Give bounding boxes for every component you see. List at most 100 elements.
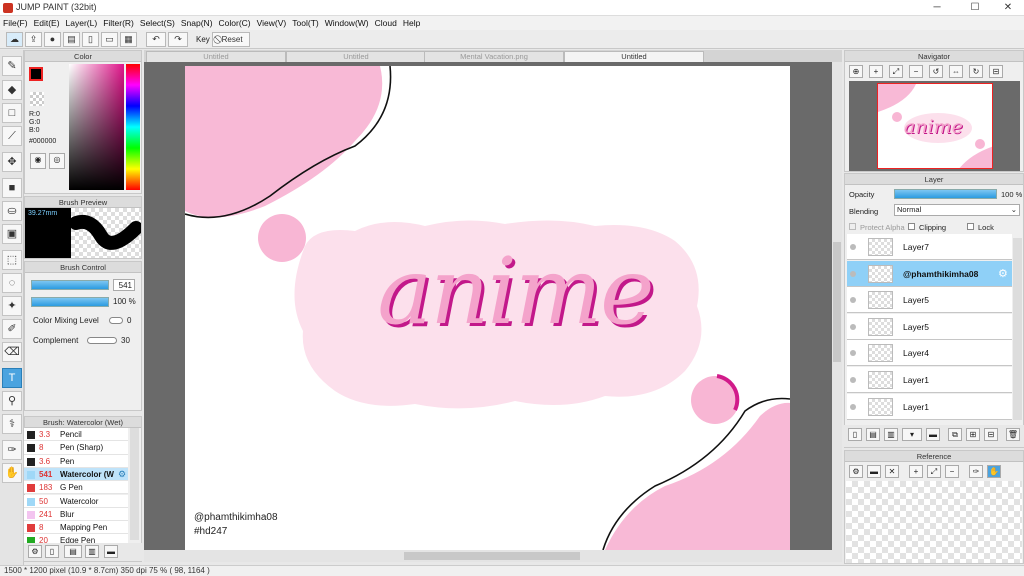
document-icon[interactable]: ▯ xyxy=(82,32,99,47)
page-icon[interactable]: ▭ xyxy=(101,32,118,47)
brush-item[interactable]: 8 Pen (Sharp) xyxy=(24,441,128,455)
fit-window-icon[interactable]: ⤢ xyxy=(889,65,903,78)
foreground-color-swatch[interactable] xyxy=(29,67,43,81)
layer-settings-gear-icon[interactable]: ⚙ xyxy=(998,267,1008,280)
brush-file-icon[interactable]: ▥ xyxy=(85,545,99,558)
complement-slider[interactable] xyxy=(87,337,117,344)
navigator-preview[interactable]: anime xyxy=(849,81,1020,171)
brush-size-slider[interactable] xyxy=(31,280,109,290)
shape-tool-icon[interactable]: □ xyxy=(2,103,22,123)
horizontal-scroll-thumb[interactable] xyxy=(404,552,580,560)
dropper-tool-icon[interactable]: ⚕ xyxy=(2,414,22,434)
reference-settings-icon[interactable]: ⚙ xyxy=(849,465,863,478)
select-rect-tool-icon[interactable]: ⬚ xyxy=(2,250,22,270)
flip-icon[interactable]: ⇔ xyxy=(949,65,963,78)
reference-dropper-icon[interactable]: ✑ xyxy=(969,465,983,478)
canvas-horizontal-scrollbar[interactable] xyxy=(144,550,842,562)
color-mixing-slider[interactable] xyxy=(109,317,123,324)
select-pen-tool-icon[interactable]: ✐ xyxy=(2,319,22,339)
gradient-tool-icon[interactable]: ▣ xyxy=(2,224,22,244)
layer-row[interactable]: Layer1 xyxy=(847,393,1012,420)
brush-list-scrollbar[interactable] xyxy=(130,428,139,540)
lock-checkbox[interactable] xyxy=(967,223,974,230)
text-tool-icon[interactable]: T xyxy=(2,368,22,388)
new-brush-icon[interactable]: ▯ xyxy=(45,545,59,558)
menu-color[interactable]: Color(C) xyxy=(216,16,254,30)
brush-size-value[interactable]: 541 xyxy=(113,279,135,291)
color-set-icon[interactable]: ◎ xyxy=(49,153,65,169)
hand-tool-icon[interactable]: ✋ xyxy=(2,463,22,483)
new-layer-1bit-icon[interactable]: ▥ xyxy=(884,428,898,441)
merge-layer-icon[interactable]: ⊞ xyxy=(966,428,980,441)
line-tool-icon[interactable]: ⟋ xyxy=(2,126,22,146)
blending-mode-select[interactable]: Normal ⌄ xyxy=(894,204,1020,216)
zoom-fit-icon[interactable]: ⊕ xyxy=(849,65,863,78)
bucket-tool-icon[interactable]: ⛀ xyxy=(2,201,22,221)
layer-visibility-icon[interactable] xyxy=(850,377,856,383)
hue-slider[interactable] xyxy=(126,64,140,190)
brush-item[interactable]: 541 Watercolor (W xyxy=(24,467,128,482)
layer-list-scrollbar[interactable] xyxy=(1013,238,1022,420)
comment-icon[interactable]: ● xyxy=(44,32,61,47)
layer-visibility-icon[interactable] xyxy=(850,323,856,330)
reference-hand-icon[interactable]: ✋ xyxy=(987,465,1001,478)
magic-wand-tool-icon[interactable]: ✦ xyxy=(2,296,22,316)
undo-icon[interactable]: ↶ xyxy=(146,32,166,47)
brush-item[interactable]: 50 Watercolor xyxy=(24,494,128,508)
fill-rect-tool-icon[interactable]: ■ xyxy=(2,178,22,198)
layer-visibility-icon[interactable] xyxy=(850,403,856,410)
maximize-button[interactable]: ☐ xyxy=(960,1,990,15)
zoom-in-icon[interactable]: + xyxy=(869,65,883,78)
brush-settings-icon[interactable]: ⚙ xyxy=(28,545,42,558)
artwork[interactable]: anime @phamthikimha08 #hd247 xyxy=(185,66,790,550)
layer-opacity-slider[interactable] xyxy=(894,189,997,199)
vertical-scroll-thumb[interactable] xyxy=(833,242,841,362)
menu-help[interactable]: Help xyxy=(400,16,423,30)
reference-zoom-out-icon[interactable]: − xyxy=(945,465,959,478)
grid-icon[interactable]: ▦ xyxy=(120,32,137,47)
menu-snap[interactable]: Snap(N) xyxy=(178,16,216,30)
brush-item[interactable]: 3.3 Pencil xyxy=(24,428,128,442)
cloud-icon[interactable]: ☁ xyxy=(6,32,23,47)
reference-close-icon[interactable]: ✕ xyxy=(885,465,899,478)
new-layer-8bit-icon[interactable]: ▤ xyxy=(866,428,880,441)
export-icon[interactable]: ⇪ xyxy=(25,32,42,47)
new-layer-icon[interactable]: ▯ xyxy=(848,428,862,441)
reference-fit-icon[interactable]: ⤢ xyxy=(927,465,941,478)
menu-cloud[interactable]: Cloud xyxy=(372,16,400,30)
saturation-value-picker[interactable] xyxy=(69,64,124,190)
layer-visibility-icon[interactable] xyxy=(850,297,856,304)
canvas-vertical-scrollbar[interactable] xyxy=(832,62,842,550)
reset-button[interactable]: ⃠ Reset xyxy=(212,32,250,47)
layer-row[interactable]: Layer5 xyxy=(847,287,1012,314)
lasso-tool-icon[interactable]: ◌ xyxy=(2,273,22,293)
eraser-tool-icon[interactable]: ◆ xyxy=(2,80,22,100)
delete-layer-icon[interactable]: 🗑 xyxy=(1006,428,1020,441)
protect-alpha-checkbox[interactable] xyxy=(849,223,856,230)
redo-icon[interactable]: ↷ xyxy=(168,32,188,47)
duplicate-layer-icon[interactable]: ⧉ xyxy=(948,428,962,441)
new-folder-icon[interactable]: ▬ xyxy=(926,428,940,441)
reference-open-icon[interactable]: ▬ xyxy=(867,465,881,478)
brush-item[interactable]: 241 Blur xyxy=(24,507,128,522)
copy-brush-icon[interactable]: ▤ xyxy=(64,545,82,558)
brush-item-settings-icon[interactable]: ⚙ xyxy=(118,469,126,480)
menu-edit[interactable]: Edit(E) xyxy=(31,16,63,30)
zoom-tool-icon[interactable]: ⚲ xyxy=(2,391,22,411)
navigator-lock-icon[interactable]: ⊟ xyxy=(989,65,1003,78)
message-icon[interactable]: ▤ xyxy=(63,32,80,47)
minimize-button[interactable]: ─ xyxy=(922,1,952,15)
brush-item[interactable]: 183 G Pen xyxy=(24,481,128,495)
layer-settings-icon[interactable]: ⊟ xyxy=(984,428,998,441)
palette-icon[interactable]: ◉ xyxy=(30,153,46,169)
layer-visibility-icon[interactable] xyxy=(850,244,856,250)
brush-opacity-slider[interactable] xyxy=(31,297,109,307)
brush-item[interactable]: 8 Mapping Pen xyxy=(24,521,128,535)
brush-item[interactable]: 3.6 Pen xyxy=(24,454,128,468)
layer-row[interactable]: Layer7 xyxy=(847,234,1012,260)
select-eraser-tool-icon[interactable]: ⌫ xyxy=(2,342,22,362)
reference-canvas[interactable] xyxy=(846,481,1022,563)
canvas-viewport[interactable]: anime @phamthikimha08 #hd247 xyxy=(144,62,842,550)
brush-folder-icon[interactable]: ▬ xyxy=(104,545,118,558)
layer-row[interactable]: Layer1 xyxy=(847,367,1012,393)
